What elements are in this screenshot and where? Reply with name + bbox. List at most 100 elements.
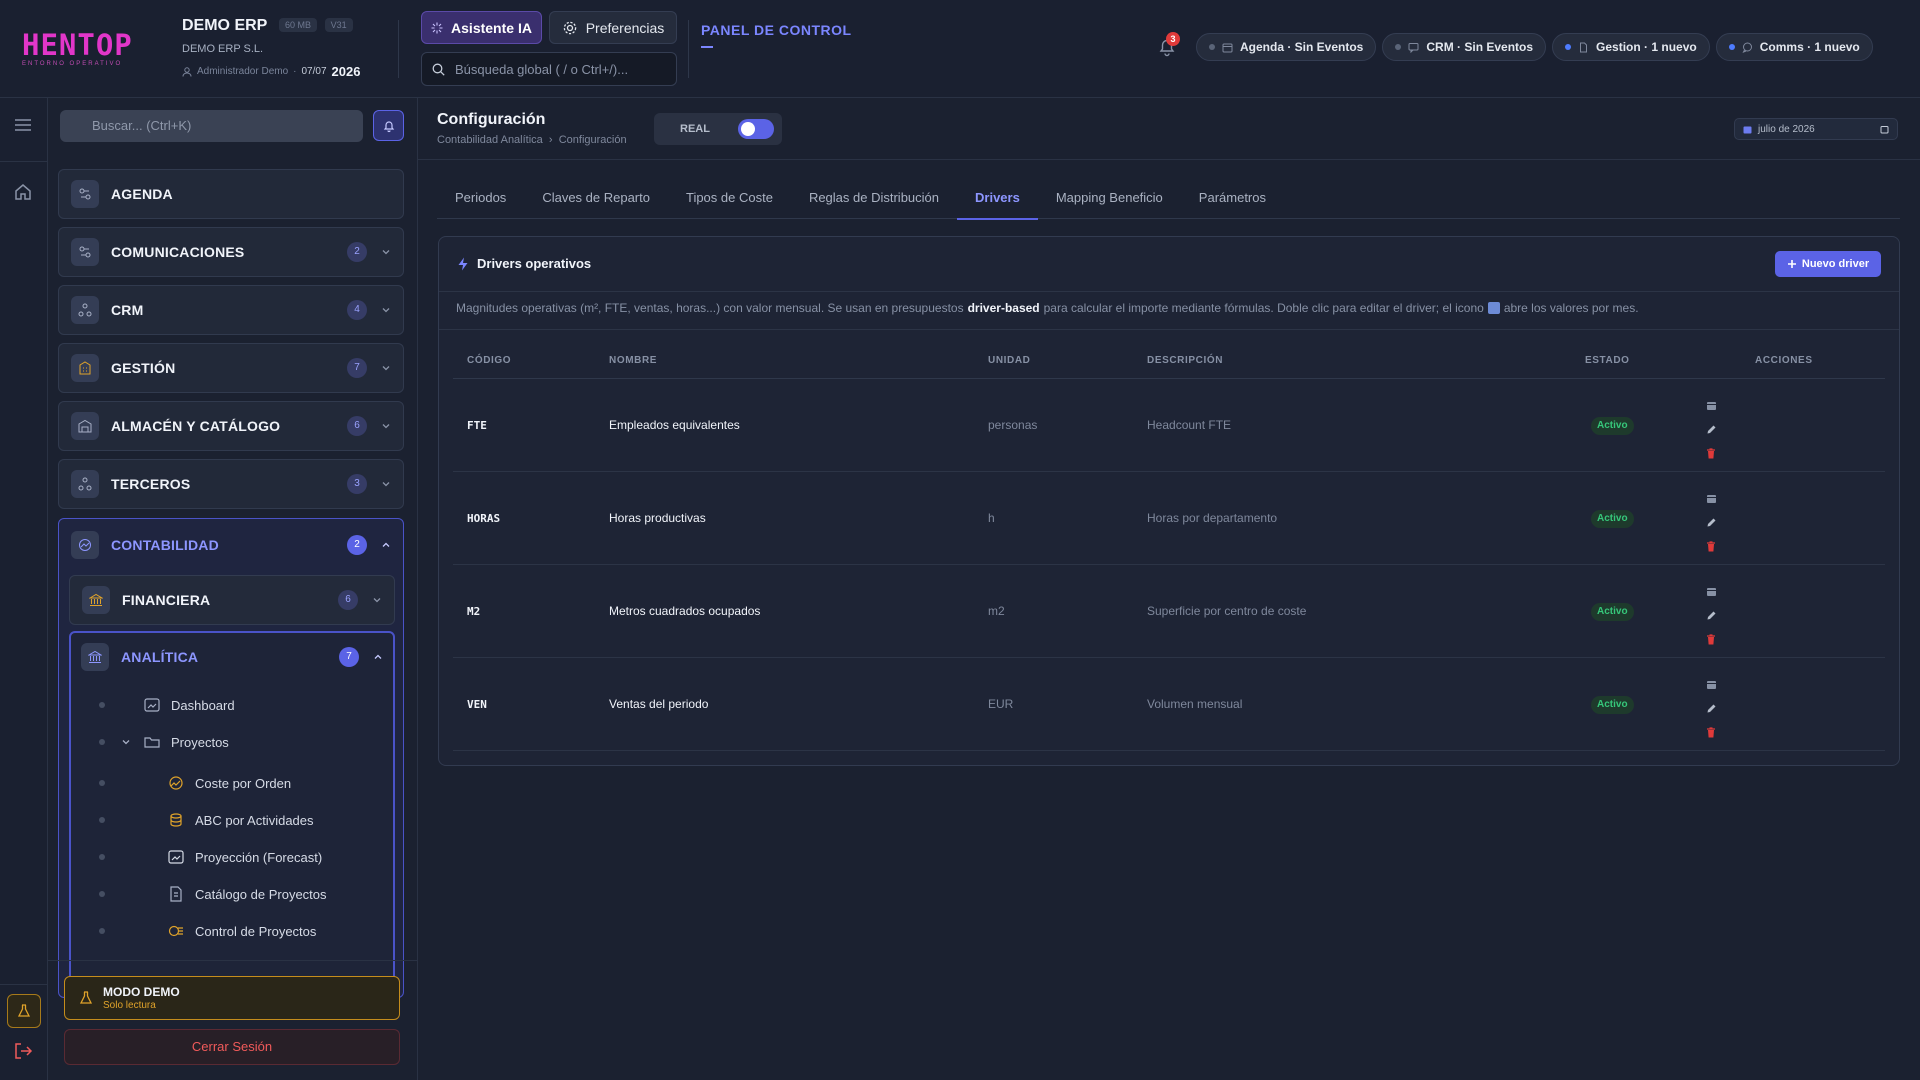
monthly-values-button[interactable] <box>1703 486 1719 510</box>
demo-mode-subtitle: Solo lectura <box>103 1000 156 1011</box>
logout-icon[interactable] <box>13 1041 33 1061</box>
column-header-nombre[interactable]: NOMBRE <box>609 355 657 366</box>
monthly-values-button[interactable] <box>1703 579 1719 603</box>
sidebar-item-terceros[interactable]: TERCEROS 3 <box>58 459 404 509</box>
folder-icon <box>144 737 160 748</box>
driver-name: Metros cuadrados ocupados <box>609 604 761 618</box>
delete-button[interactable] <box>1703 441 1719 465</box>
driver-code: M2 <box>467 605 481 618</box>
edit-button[interactable] <box>1703 510 1719 534</box>
monthly-values-button[interactable] <box>1703 393 1719 417</box>
sidebar-subitem-label: ABC por Actividades <box>195 812 314 828</box>
table-row[interactable]: HORAS Horas productivas h Horas por depa… <box>453 472 1885 565</box>
column-header-unidad[interactable]: UNIDAD <box>988 355 1031 366</box>
current-date: 07/07 <box>301 66 327 77</box>
crm-status-pill[interactable]: CRM · Sin Eventos <box>1382 33 1547 61</box>
sidebar-subitem-control-proyectos[interactable]: Control de Proyectos <box>71 913 393 949</box>
comms-status-pill[interactable]: Comms · 1 nuevo <box>1715 33 1873 61</box>
tab-drivers[interactable]: Drivers <box>957 182 1038 220</box>
current-year: 2026 <box>331 64 361 79</box>
sidebar-subitem-coste-orden[interactable]: Coste por Orden <box>71 765 393 801</box>
breadcrumb-item[interactable]: Contabilidad Analítica <box>437 134 543 146</box>
chat-icon <box>1408 42 1419 53</box>
demo-mode-button[interactable] <box>7 994 41 1028</box>
sidebar-item-comunicaciones[interactable]: COMUNICACIONES 2 <box>58 227 404 277</box>
sidebar-item-gestion[interactable]: GESTIÓN 7 <box>58 343 404 393</box>
panel-title[interactable]: PANEL DE CONTROL <box>701 22 852 38</box>
size-badge: 60 MB <box>278 18 317 32</box>
flask-icon <box>17 1004 31 1017</box>
mode-label: REAL <box>680 123 710 135</box>
sidebar-subitem-abc[interactable]: ABC por Actividades <box>71 802 393 838</box>
sidebar-search-input[interactable]: Buscar... (Ctrl+K) <box>60 110 363 142</box>
home-icon[interactable] <box>13 182 33 202</box>
sidebar-item-label: GESTIÓN <box>111 360 176 376</box>
bullet-dot <box>99 891 105 897</box>
tab-tipos-coste[interactable]: Tipos de Coste <box>668 182 791 219</box>
calendar-icon <box>1706 587 1716 596</box>
mode-toggle[interactable] <box>737 119 774 139</box>
tab-periodos[interactable]: Periodos <box>437 182 524 219</box>
delete-button[interactable] <box>1703 534 1719 558</box>
tab-claves-reparto[interactable]: Claves de Reparto <box>524 182 668 219</box>
table-row[interactable]: M2 Metros cuadrados ocupados m2 Superfic… <box>453 565 1885 658</box>
row-actions <box>1703 672 1719 744</box>
tab-mapping-beneficio[interactable]: Mapping Beneficio <box>1038 182 1181 219</box>
column-header-descripcion[interactable]: DESCRIPCIÓN <box>1147 355 1223 366</box>
bank-icon <box>89 593 103 606</box>
preferences-button[interactable]: Preferencias <box>549 11 677 44</box>
ai-assistant-button[interactable]: Asistente IA <box>421 11 542 44</box>
edit-button[interactable] <box>1703 417 1719 441</box>
chevron-down-icon <box>382 366 390 371</box>
driver-unit: personas <box>988 418 1038 432</box>
sidebar-item-label: ALMACÉN Y CATÁLOGO <box>111 418 281 434</box>
info-text-part: abre los valores por mes. <box>1503 301 1639 315</box>
bullet-dot <box>99 928 105 934</box>
sidebar-item-financiera[interactable]: FINANCIERA 6 <box>69 575 395 625</box>
count-badge: 7 <box>339 647 359 667</box>
delete-button[interactable] <box>1703 627 1719 651</box>
global-search-placeholder: Búsqueda global ( / o Ctrl+/)... <box>455 61 629 77</box>
sidebar-notifications-button[interactable] <box>373 110 404 141</box>
table-row[interactable]: FTE Empleados equivalentes personas Head… <box>453 379 1885 472</box>
edit-button[interactable] <box>1703 603 1719 627</box>
sidebar-item-agenda[interactable]: AGENDA <box>58 169 404 219</box>
chevron-down-icon <box>373 598 381 603</box>
calendar-icon <box>1706 401 1716 410</box>
sidebar-item-crm[interactable]: CRM 4 <box>58 285 404 335</box>
row-actions <box>1703 486 1719 558</box>
new-driver-button[interactable]: Nuevo driver <box>1775 251 1881 277</box>
bullet-dot <box>99 854 105 860</box>
sidebar-subitem-forecast[interactable]: Proyección (Forecast) <box>71 839 393 875</box>
hamburger-menu-icon[interactable] <box>13 115 33 135</box>
sidebar-item-almacen[interactable]: ALMACÉN Y CATÁLOGO 6 <box>58 401 404 451</box>
trash-icon <box>1707 726 1715 737</box>
agenda-status-pill[interactable]: Agenda · Sin Eventos <box>1196 33 1377 61</box>
info-text-bold: driver-based <box>967 301 1040 315</box>
status-dot <box>1565 44 1572 50</box>
sidebar-item-analitica[interactable]: ANALÍTICA 7 <box>71 633 393 681</box>
table-row[interactable]: VEN Ventas del periodo EUR Volumen mensu… <box>453 658 1885 751</box>
delete-button[interactable] <box>1703 720 1719 744</box>
tab-parametros[interactable]: Parámetros <box>1181 182 1284 219</box>
sidebar-subitem-dashboard[interactable]: Dashboard <box>71 687 393 723</box>
period-picker[interactable]: julio de 2026 <box>1734 118 1898 140</box>
global-search-input[interactable]: Búsqueda global ( / o Ctrl+/)... <box>421 52 677 86</box>
sidebar-subitem-proyectos[interactable]: Proyectos <box>71 724 393 760</box>
edit-button[interactable] <box>1703 696 1719 720</box>
driver-name: Empleados equivalentes <box>609 418 740 432</box>
column-header-codigo[interactable]: CÓDIGO <box>467 355 511 366</box>
sidebar-group-contabilidad: CONTABILIDAD 2 FINANCIERA 6 ANALÍTICA 7 … <box>58 518 404 998</box>
sidebar-item-label: CRM <box>111 302 144 318</box>
gestion-status-pill[interactable]: Gestion · 1 nuevo <box>1552 33 1710 61</box>
monthly-values-button[interactable] <box>1703 672 1719 696</box>
brand-logo[interactable]: HENTOP ENTORNO OPERATIVO <box>22 30 144 67</box>
logout-button[interactable]: Cerrar Sesión <box>64 1029 400 1065</box>
sidebar-subitem-catalogo-proyectos[interactable]: Catálogo de Proyectos <box>71 876 393 912</box>
sidebar-subitem-label: Proyección (Forecast) <box>195 849 323 865</box>
column-header-estado[interactable]: ESTADO <box>1585 355 1630 366</box>
card-header: Drivers operativos Nuevo driver <box>439 237 1899 292</box>
tab-reglas-distribucion[interactable]: Reglas de Distribución <box>791 182 957 219</box>
sidebar-group-analitica: ANALÍTICA 7 Dashboard Proyectos Coste po… <box>69 631 395 997</box>
sidebar-item-contabilidad[interactable]: CONTABILIDAD 2 <box>59 519 403 571</box>
